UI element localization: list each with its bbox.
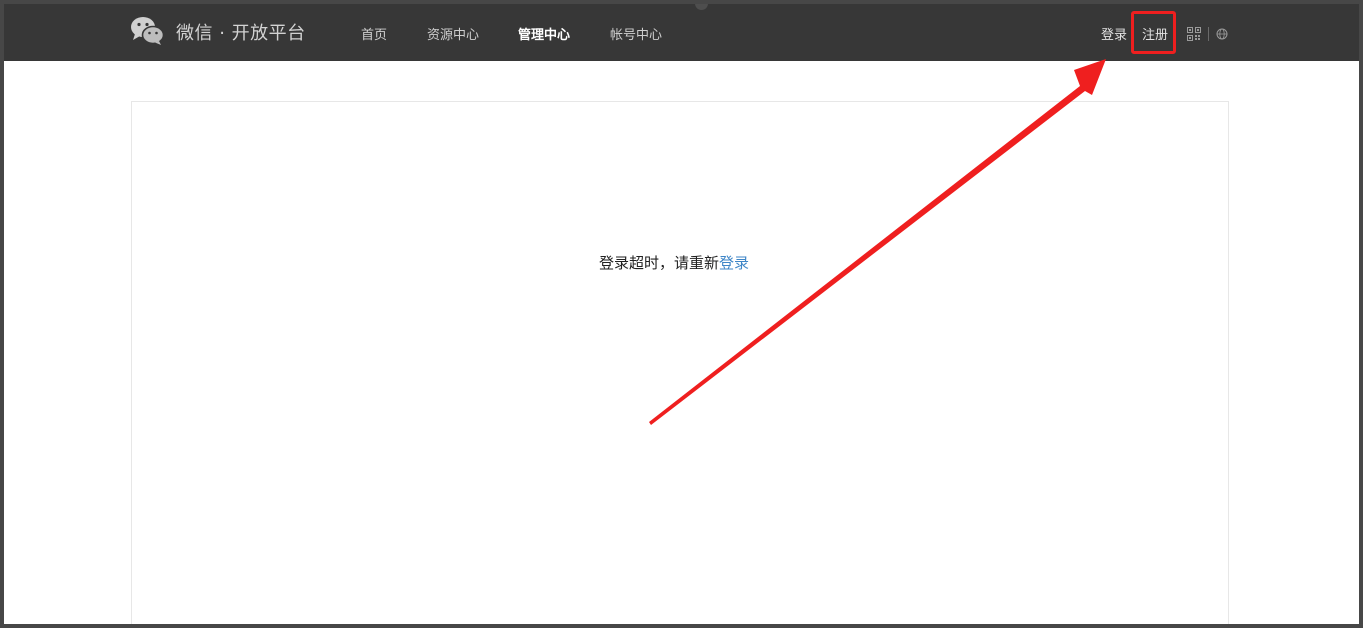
nav-management-center[interactable]: 管理中心 (518, 24, 570, 43)
timeout-message-text: 登录超时，请重新 (599, 254, 720, 272)
session-timeout-message: 登录超时，请重新登录 (599, 252, 749, 273)
login-link[interactable]: 登录 (1101, 24, 1127, 43)
top-navigation-bar: 微信 · 开放平台 首页 资源中心 管理中心 帐号中心 登录 注册 (4, 4, 1359, 61)
qr-code-icon[interactable] (1187, 27, 1201, 41)
nav-home[interactable]: 首页 (361, 24, 387, 43)
register-link[interactable]: 注册 (1142, 24, 1168, 43)
platform-logo-text[interactable]: 微信 · 开放平台 (176, 19, 306, 45)
camera-dot (695, 4, 708, 10)
nav-resource-center[interactable]: 资源中心 (427, 24, 479, 43)
wechat-logo-icon (131, 17, 164, 45)
globe-icon[interactable] (1216, 28, 1228, 40)
content-panel (131, 101, 1229, 624)
relogin-link[interactable]: 登录 (719, 254, 749, 272)
page-frame: 微信 · 开放平台 首页 资源中心 管理中心 帐号中心 登录 注册 登录超时，请… (4, 4, 1359, 624)
nav-account-center[interactable]: 帐号中心 (610, 24, 662, 43)
header-separator (1208, 27, 1209, 41)
